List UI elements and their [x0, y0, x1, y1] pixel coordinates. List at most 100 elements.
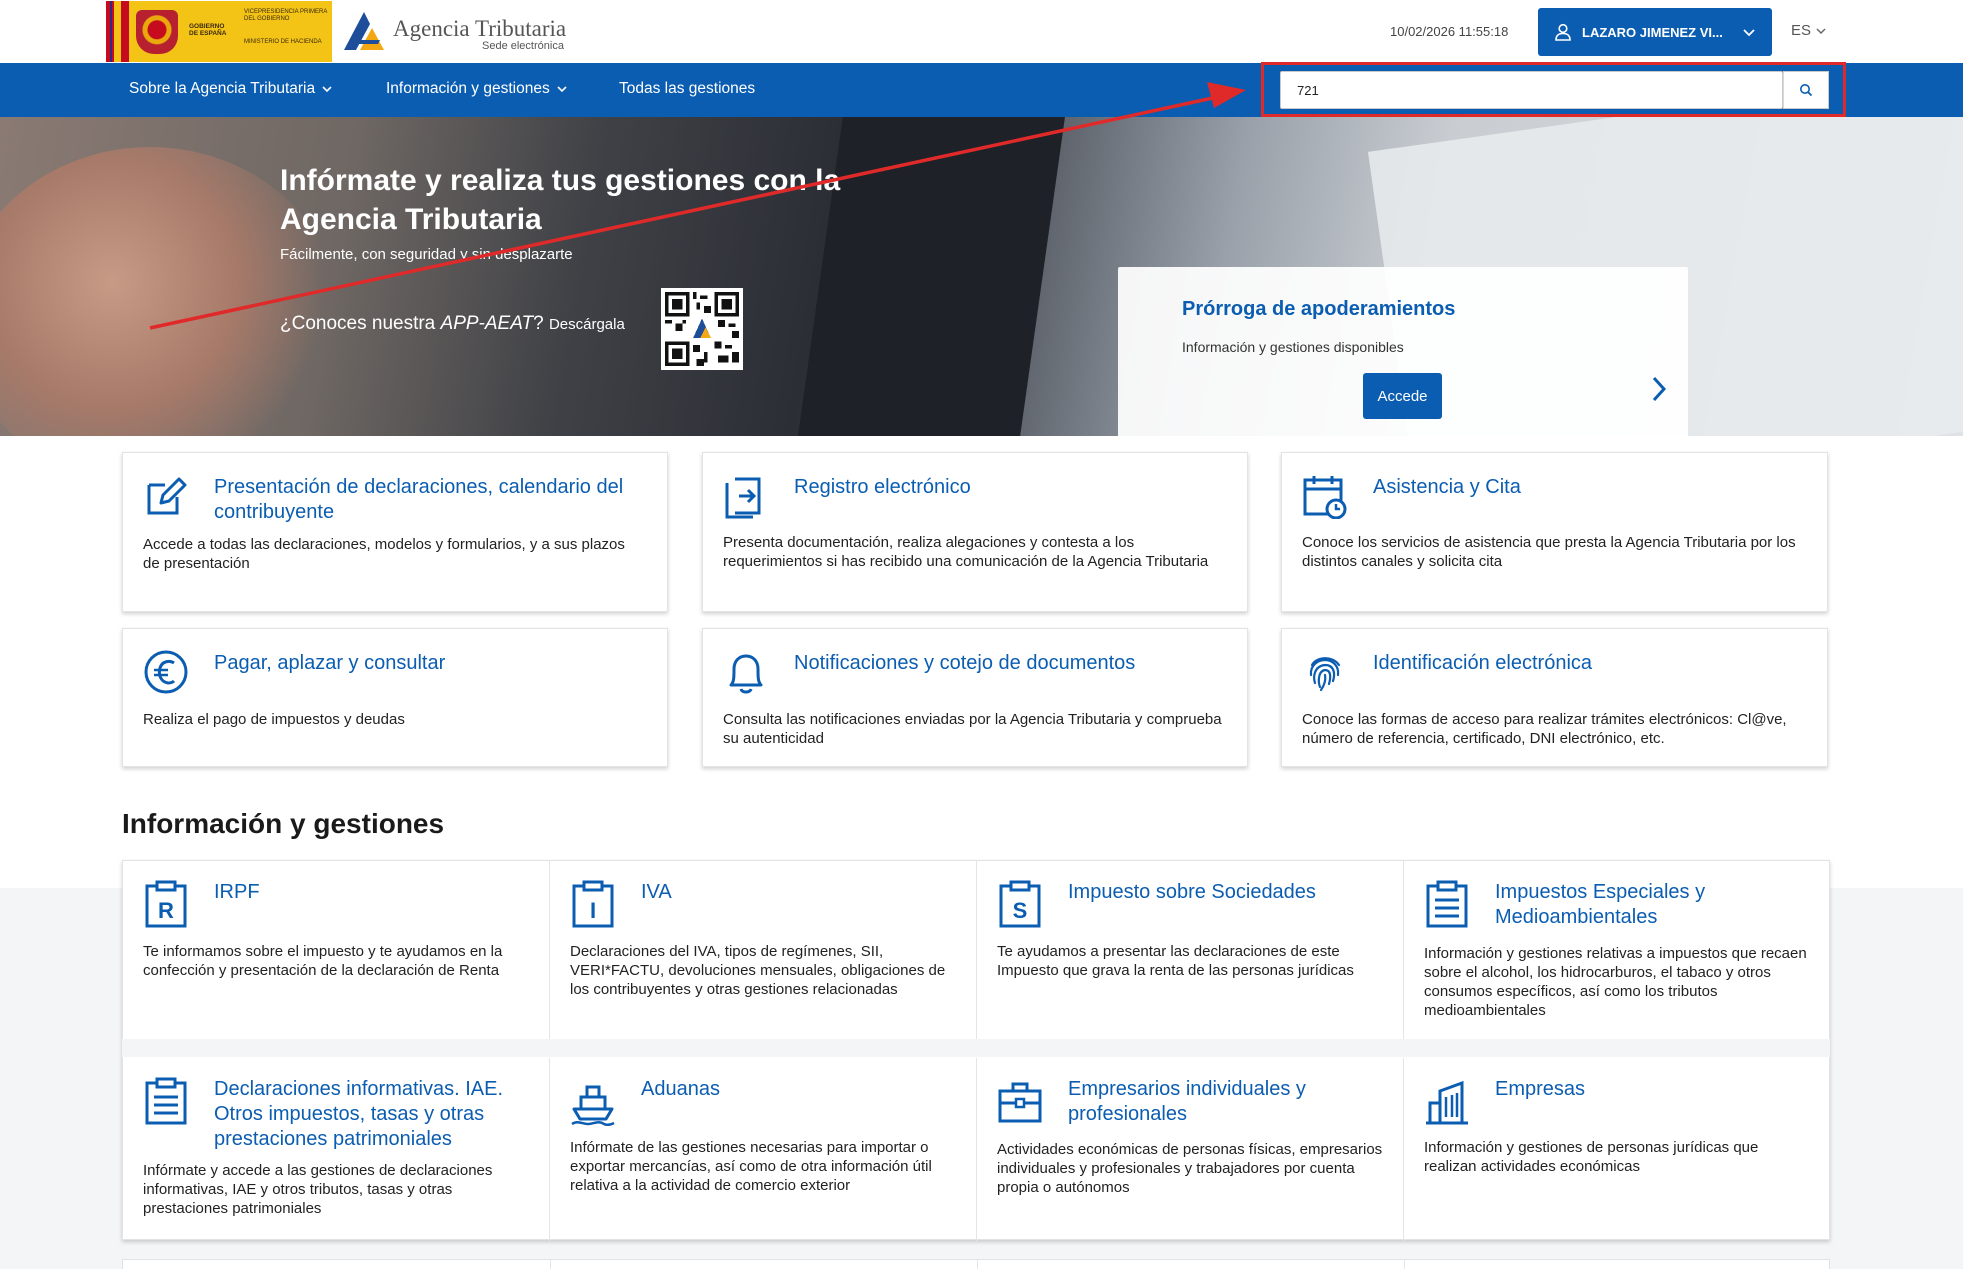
briefcase-icon	[998, 1082, 1042, 1123]
clipboard-icon	[1426, 880, 1468, 928]
tile-description: Actividades económicas de personas físic…	[997, 1141, 1383, 1196]
tile-title: IVA	[641, 881, 672, 903]
chevron-down-icon	[557, 86, 567, 93]
tile-description: Infórmate y accede a las gestiones de de…	[143, 1162, 493, 1217]
spain-flag	[106, 1, 129, 62]
aeat-logo-icon[interactable]	[342, 10, 386, 52]
tile-description: Información y gestiones relativas a impu…	[1424, 945, 1807, 1019]
card-description: Presenta documentación, realiza alegacio…	[723, 534, 1209, 570]
chevron-down-icon	[322, 86, 332, 93]
app-prefix: ¿Conoces nuestra	[280, 313, 441, 334]
card-title: Pagar, aplazar y consultar	[214, 652, 446, 674]
card-description: Accede a todas las declaraciones, modelo…	[143, 536, 625, 572]
session-datetime: 10/02/2026 11:55:18	[1390, 24, 1509, 39]
tile-description: Infórmate de las gestiones necesarias pa…	[570, 1139, 932, 1194]
tile-title: Declaraciones informativas. IAE. Otros i…	[214, 1078, 504, 1150]
tile-divider	[1404, 1260, 1405, 1269]
hero-title: Infórmate y realiza tus gestiones con la…	[280, 164, 841, 236]
tile-description: Información y gestiones de personas jurí…	[1424, 1139, 1759, 1175]
iva-icon: I	[572, 880, 614, 928]
tile-declaraciones-informativas[interactable]: Declaraciones informativas. IAE. Otros i…	[123, 1058, 550, 1241]
coat-of-arms-icon	[136, 10, 178, 54]
user-icon	[1555, 23, 1571, 41]
card-identificacion-electronica[interactable]: Identificación electrónica Conoce las fo…	[1281, 628, 1828, 767]
card-description: Conoce los servicios de asistencia que p…	[1302, 534, 1796, 570]
tile-row-separator	[122, 1039, 1830, 1057]
info-tiles-row-3	[122, 1259, 1830, 1269]
ship-icon	[571, 1085, 615, 1127]
card-title: Registro electrónico	[794, 476, 971, 498]
language-label: ES	[1791, 22, 1812, 39]
tile-divider	[977, 1260, 978, 1269]
government-logo[interactable]: GOBIERNO DE ESPAÑA VICEPRESIDENCIA PRIME…	[106, 1, 332, 62]
chevron-down-icon	[1816, 27, 1826, 34]
svg-text:R: R	[158, 898, 174, 923]
top-bar: GOBIERNO DE ESPAÑA VICEPRESIDENCIA PRIME…	[0, 0, 1963, 63]
card-presentacion-declaraciones[interactable]: Presentación de declaraciones, calendari…	[122, 452, 668, 612]
tile-title: Empresas	[1495, 1078, 1586, 1100]
card-title: Asistencia y Cita	[1373, 476, 1521, 498]
user-menu-button[interactable]: LAZARO JIMENEZ VI...	[1538, 8, 1772, 56]
tile-description: Te ayudamos a presentar las declaracione…	[997, 943, 1354, 979]
tile-title: Impuestos Especiales y Medioambientales	[1495, 881, 1706, 928]
app-name: APP-AEAT	[440, 313, 534, 334]
promo-title: Prórroga de apoderamientos	[1182, 298, 1456, 320]
hero-app-promo[interactable]: ¿Conoces nuestra APP-AEAT? Descárgala	[280, 313, 625, 335]
card-notificaciones[interactable]: Notificaciones y cotejo de documentos Co…	[702, 628, 1248, 767]
promo-accede-button[interactable]: Accede	[1363, 373, 1442, 419]
nav-item-label: Sobre la Agencia Tributaria	[129, 80, 316, 97]
card-description: Conoce las formas de acceso para realiza…	[1302, 711, 1787, 747]
agency-title[interactable]: Agencia Tributaria	[393, 16, 566, 42]
tile-impuestos-especiales[interactable]: Impuestos Especiales y Medioambientales …	[1404, 861, 1831, 1040]
card-pagar-aplazar[interactable]: Pagar, aplazar y consultar Realiza el pa…	[122, 628, 668, 767]
card-asistencia-cita[interactable]: Asistencia y Cita Conoce los servicios d…	[1281, 452, 1828, 612]
card-title: Identificación electrónica	[1373, 652, 1593, 674]
gov-line1: GOBIERNO DE ESPAÑA	[189, 23, 227, 37]
app-question: ?	[533, 313, 549, 334]
tile-divider	[550, 1260, 551, 1269]
tile-impuesto-sociedades[interactable]: S Impuesto sobre Sociedades Te ayudamos …	[977, 861, 1404, 1040]
tile-title: Aduanas	[641, 1078, 720, 1100]
nav-item-label: Todas las gestiones	[619, 80, 756, 97]
chevron-right-icon[interactable]	[1650, 375, 1668, 403]
nav-todas-gestiones[interactable]: Todas las gestiones	[619, 80, 755, 98]
nav-sobre-agencia[interactable]: Sobre la Agencia Tributaria	[129, 80, 333, 98]
gov-line3: MINISTERIO DE HACIENDA	[244, 39, 322, 45]
building-icon	[1426, 1080, 1468, 1125]
card-registro-electronico[interactable]: Registro electrónico Presenta documentac…	[702, 452, 1248, 612]
tile-aduanas[interactable]: Aduanas Infórmate de las gestiones neces…	[550, 1058, 977, 1241]
tile-title: IRPF	[214, 881, 260, 903]
clipboard-list-icon	[145, 1077, 187, 1125]
card-title: Notificaciones y cotejo de documentos	[794, 652, 1136, 674]
register-icon	[725, 477, 761, 519]
tile-empresas[interactable]: Empresas Información y gestiones de pers…	[1404, 1058, 1831, 1241]
bell-icon	[729, 654, 763, 694]
hero-banner: Infórmate y realiza tus gestiones con la…	[0, 117, 1963, 436]
calendar-clock-icon	[1303, 476, 1347, 519]
promo-subtitle: Información y gestiones disponibles	[1182, 339, 1404, 355]
promo-carousel: Prórroga de apoderamientos Información y…	[1118, 267, 1688, 436]
nav-informacion-gestiones[interactable]: Información y gestiones	[386, 80, 568, 98]
gov-line2: VICEPRESIDENCIA PRIMERA DEL GOBIERNO	[244, 9, 328, 22]
tile-irpf[interactable]: R IRPF Te informamos sobre el impuesto y…	[123, 861, 550, 1040]
edit-icon	[147, 477, 187, 515]
app-download-link[interactable]: Descárgala	[549, 316, 625, 333]
hero-subtitle: Fácilmente, con seguridad y sin desplaza…	[280, 246, 573, 263]
svg-text:I: I	[590, 898, 596, 923]
tile-description: Te informamos sobre el impuesto y te ayu…	[143, 943, 503, 979]
tile-description: Declaraciones del IVA, tipos de regímene…	[570, 943, 946, 998]
language-selector[interactable]: ES	[1791, 22, 1827, 39]
qr-code-icon[interactable]	[661, 288, 743, 370]
tile-empresarios-individuales[interactable]: Empresarios individuales y profesionales…	[977, 1058, 1404, 1241]
euro-icon	[144, 650, 188, 694]
card-title: Presentación de declaraciones, calendari…	[214, 476, 624, 523]
tile-iva[interactable]: I IVA Declaraciones del IVA, tipos de re…	[550, 861, 977, 1040]
sociedades-icon: S	[999, 880, 1041, 928]
chevron-down-icon	[1743, 29, 1755, 37]
agency-subtitle: Sede electrónica	[482, 40, 564, 52]
svg-text:S: S	[1013, 898, 1028, 923]
section-title: Información y gestiones	[122, 808, 445, 839]
irpf-icon: R	[145, 880, 187, 928]
tile-title: Empresarios individuales y profesionales	[1068, 1078, 1306, 1125]
tile-title: Impuesto sobre Sociedades	[1068, 881, 1316, 903]
